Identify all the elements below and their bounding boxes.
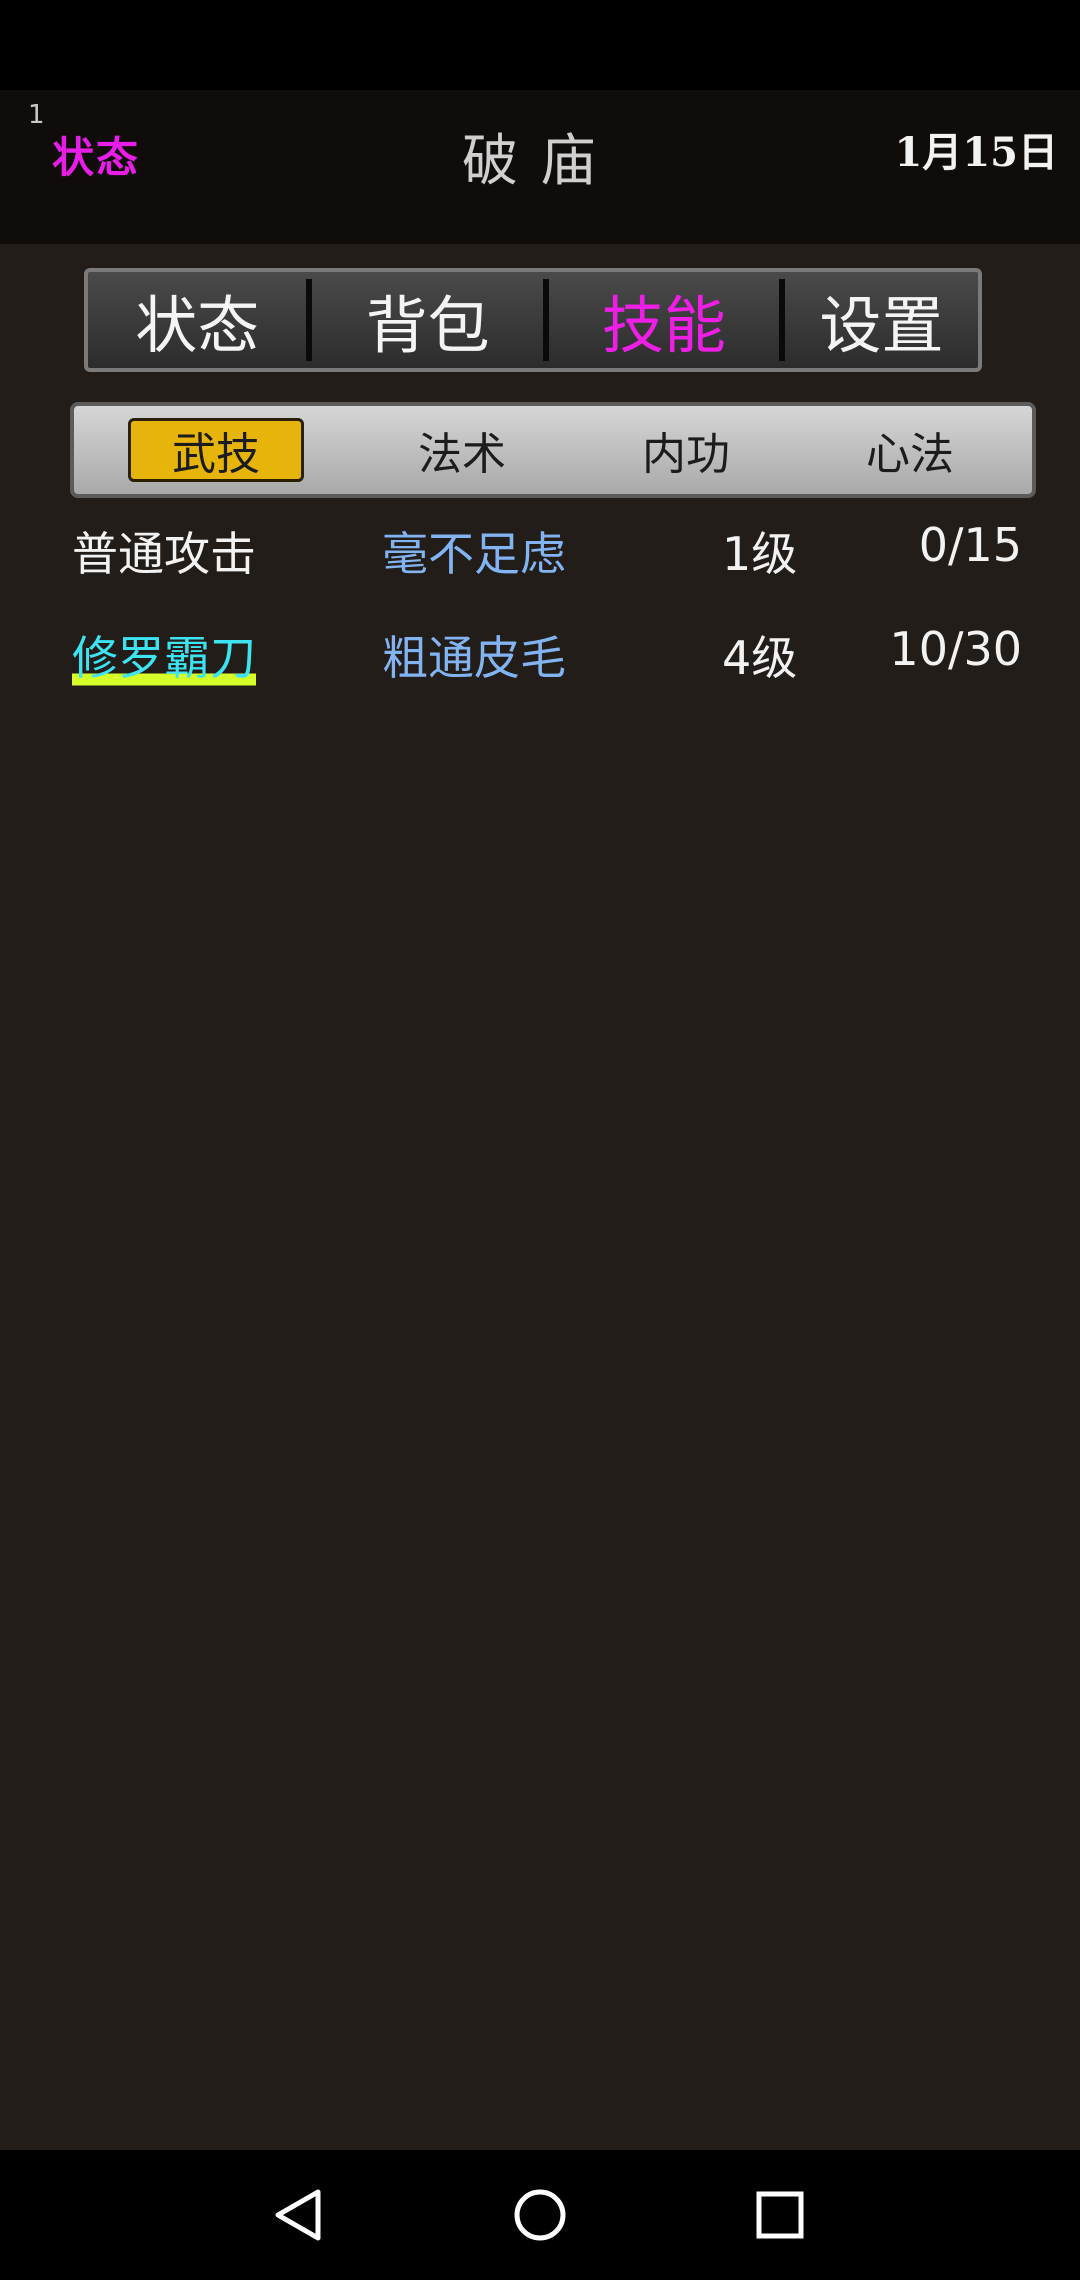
tab-settings[interactable]: 设置 <box>785 272 978 368</box>
skill-progress: 0/15 <box>918 518 1022 572</box>
game-header: 1 状态 破庙 1月15日 <box>0 90 1080 244</box>
home-icon[interactable] <box>500 2180 580 2250</box>
skill-name: 修罗霸刀 <box>72 622 256 688</box>
subtab-mind-method[interactable]: 心法 <box>822 418 998 482</box>
skill-rank: 粗通皮毛 <box>382 631 566 685</box>
subtab-spells[interactable]: 法术 <box>374 418 550 482</box>
skill-rank: 毫不足虑 <box>382 527 566 581</box>
system-status-bar <box>0 0 1080 90</box>
subtab-inner-power[interactable]: 内功 <box>598 418 774 482</box>
skill-name: 普通攻击 <box>72 527 256 581</box>
tab-status[interactable]: 状态 <box>88 272 306 368</box>
main-tab-bar: 状态 背包 技能 设置 <box>84 268 982 372</box>
skill-category-tab-bar: 武技 法术 内功 心法 <box>70 402 1036 498</box>
skill-row[interactable]: 修罗霸刀 粗通皮毛 4级 10/30 <box>0 614 1080 694</box>
skill-progress: 10/30 <box>889 622 1022 676</box>
tab-inventory[interactable]: 背包 <box>312 272 542 368</box>
skill-row[interactable]: 普通攻击 毫不足虑 1级 0/15 <box>0 510 1080 590</box>
skill-level: 1级 <box>722 527 798 581</box>
skill-level: 4级 <box>722 631 798 685</box>
back-icon[interactable] <box>260 2180 340 2250</box>
game-date: 1月15日 <box>894 129 1059 176</box>
subtab-martial-skills[interactable]: 武技 <box>128 418 304 482</box>
tab-skills[interactable]: 技能 <box>549 272 779 368</box>
system-navigation-bar <box>0 2150 1080 2280</box>
recent-apps-icon[interactable] <box>740 2180 820 2250</box>
